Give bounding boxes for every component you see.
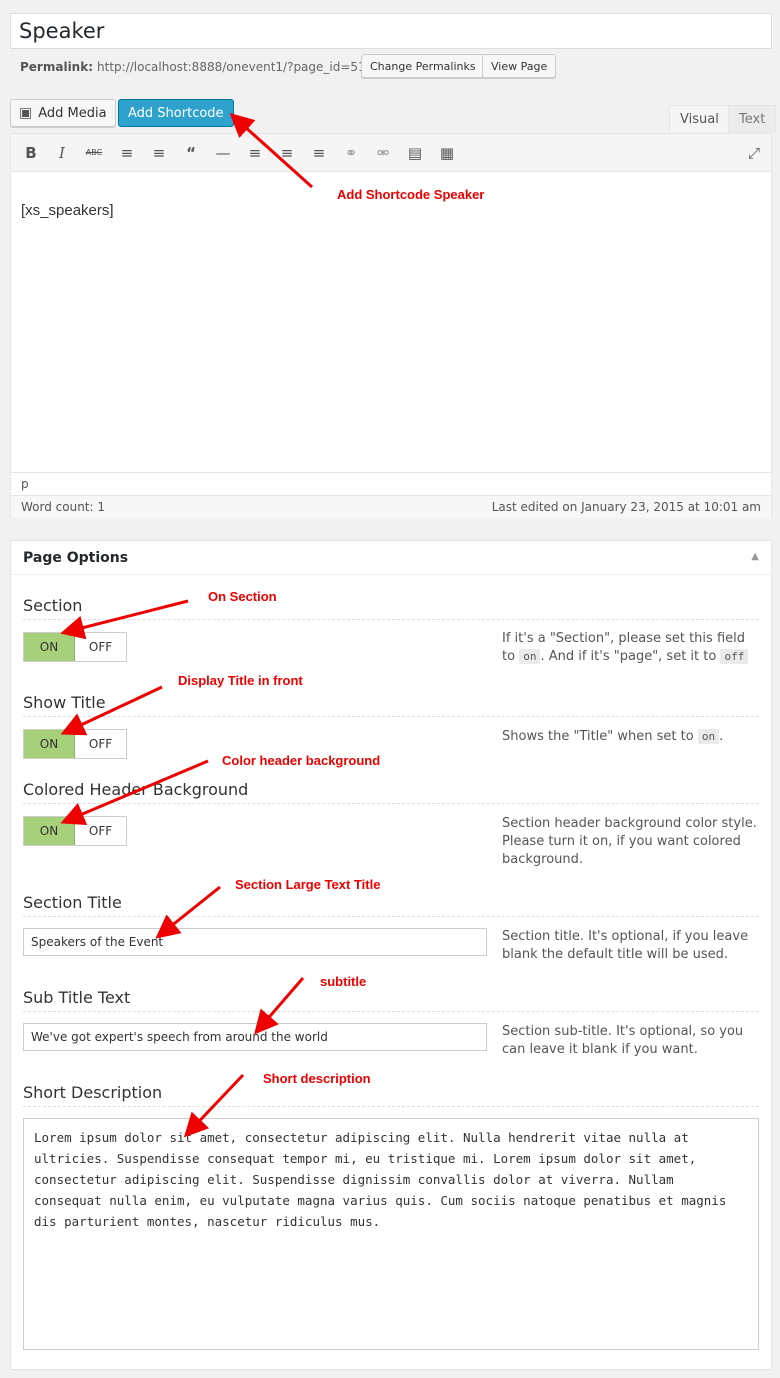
toggle-off[interactable]: OFF: [75, 817, 126, 845]
add-media-button[interactable]: ▣ Add Media: [10, 99, 116, 127]
tab-visual[interactable]: Visual: [669, 105, 730, 133]
fullscreen-icon[interactable]: ⤢: [743, 142, 765, 164]
annotation-section-large: Section Large Text Title: [235, 877, 381, 892]
annotation-color-header: Color header background: [222, 753, 381, 768]
element-path: p: [11, 472, 771, 496]
section-help: If it's a "Section", please set this fie…: [502, 630, 757, 666]
view-page-button[interactable]: View Page: [482, 54, 557, 78]
show-title-label: Show Title: [23, 693, 106, 712]
word-count: Word count: 1: [21, 500, 106, 514]
code-off: off: [720, 649, 749, 664]
divider: [23, 716, 759, 717]
collapse-arrow-icon[interactable]: ▲: [751, 551, 759, 562]
section-label: Section: [23, 596, 83, 615]
toggle-on[interactable]: ON: [24, 633, 75, 661]
add-media-label: Add Media: [38, 105, 107, 121]
show-title-toggle[interactable]: ON OFF: [23, 729, 127, 759]
section-title-label: Section Title: [23, 893, 122, 912]
annotation-subtitle: subtitle: [320, 974, 367, 989]
divider: [23, 916, 759, 917]
toggle-on[interactable]: ON: [24, 730, 75, 758]
unlink-icon[interactable]: ⚮: [372, 142, 394, 164]
annotation-on-section: On Section: [208, 589, 277, 604]
toggle-off[interactable]: OFF: [75, 730, 126, 758]
toggle-on[interactable]: ON: [24, 817, 75, 845]
blockquote-icon[interactable]: “: [180, 142, 202, 164]
align-center-icon[interactable]: ≡: [276, 142, 298, 164]
media-icon: ▣: [19, 105, 33, 121]
change-permalinks-button[interactable]: Change Permalinks: [361, 54, 485, 78]
colored-header-help: Section header background color style. P…: [502, 816, 757, 867]
post-title-input[interactable]: Speaker: [10, 13, 772, 49]
short-description-label: Short Description: [23, 1083, 163, 1102]
section-title-help: Section title. It's optional, if you lea…: [502, 929, 749, 962]
align-right-icon[interactable]: ≡: [308, 142, 330, 164]
sub-title-help: Section sub-title. It's optional, so you…: [502, 1024, 744, 1057]
toolbar-toggle-icon[interactable]: ▦: [436, 142, 458, 164]
divider: [23, 1011, 759, 1012]
bullet-list-icon[interactable]: ≡: [116, 142, 138, 164]
permalink-label: Permalink:: [20, 60, 94, 74]
help-text: .: [719, 729, 724, 744]
divider: [23, 803, 759, 804]
horizontal-rule-icon[interactable]: —: [212, 142, 234, 164]
annotation-display-title: Display Title in front: [178, 673, 303, 688]
numbered-list-icon[interactable]: ≡: [148, 142, 170, 164]
bold-icon[interactable]: B: [20, 142, 42, 164]
align-left-icon[interactable]: ≡: [244, 142, 266, 164]
short-description-textarea[interactable]: Lorem ipsum dolor sit amet, consectetur …: [23, 1118, 759, 1350]
section-toggle[interactable]: ON OFF: [23, 632, 127, 662]
permalink-row: Permalink: http://localhost:8888/onevent…: [20, 55, 366, 79]
code-on: on: [697, 729, 720, 744]
colored-header-toggle[interactable]: ON OFF: [23, 816, 127, 846]
sub-title-label: Sub Title Text: [23, 988, 131, 1007]
read-more-icon[interactable]: ▤: [404, 142, 426, 164]
toggle-off[interactable]: OFF: [75, 633, 126, 661]
add-shortcode-button[interactable]: Add Shortcode: [118, 99, 234, 127]
page-options-title: Page Options: [23, 550, 129, 566]
help-text: Shows the "Title" when set to: [502, 729, 694, 744]
divider: [23, 619, 759, 620]
last-edited: Last edited on January 23, 2015 at 10:01…: [491, 500, 761, 514]
divider: [23, 1106, 759, 1107]
editor-status-bar: Word count: 1 Last edited on January 23,…: [11, 495, 771, 518]
tab-text[interactable]: Text: [728, 105, 777, 133]
show-title-help: Shows the "Title" when set to on.: [502, 728, 757, 746]
italic-icon[interactable]: I: [51, 142, 73, 164]
colored-header-label: Colored Header Background: [23, 780, 249, 799]
page-options-box: Page Options ▲ Section ON OFF If it's a …: [10, 540, 772, 1370]
help-text: . And if it's "page", set it to: [540, 649, 717, 664]
editor-content[interactable]: [xs_speakers]: [21, 202, 114, 219]
code-on: on: [519, 649, 541, 664]
annotation-add-shortcode: Add Shortcode Speaker: [337, 187, 485, 202]
strikethrough-icon[interactable]: ABC: [83, 142, 105, 164]
section-title-input[interactable]: Speakers of the Event: [23, 928, 487, 956]
link-icon[interactable]: ⚭: [340, 142, 362, 164]
sub-title-input[interactable]: We've got expert's speech from around th…: [23, 1023, 487, 1051]
page-options-header[interactable]: Page Options ▲: [11, 541, 771, 575]
permalink-url[interactable]: http://localhost:8888/onevent1/?page_id=…: [97, 60, 366, 74]
editor-toolbar: B I ABC ≡ ≡ “ — ≡ ≡ ≡ ⚭ ⚮ ▤ ▦ ⤢: [11, 134, 771, 172]
annotation-short-desc: Short description: [263, 1071, 371, 1086]
